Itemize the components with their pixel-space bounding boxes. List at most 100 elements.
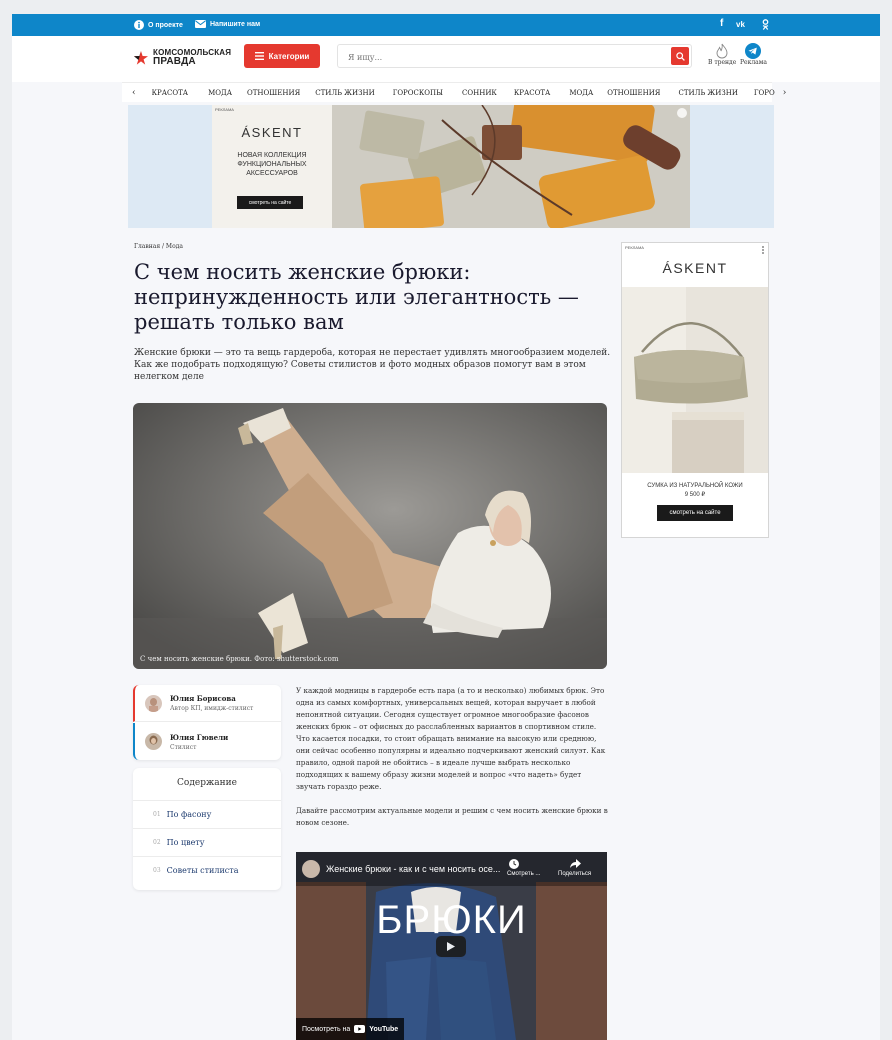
article-lead: Женские брюки — это та вещь гардероба, к… — [134, 348, 611, 382]
woman-in-trousers-photo — [133, 403, 607, 669]
share-label: Поделиться — [558, 871, 592, 877]
search-button[interactable] — [671, 47, 689, 65]
nav-prev-button[interactable]: ‹ — [132, 88, 136, 98]
nav-item-lifestyle-2[interactable]: СТИЛЬ ЖИЗНИ — [678, 89, 737, 97]
logo-line-2: ПРАВДА — [153, 56, 196, 67]
facebook-icon[interactable]: f — [720, 18, 723, 29]
authors-card: Юлия Борисова Автор КП, имидж-стилист Юл… — [133, 685, 281, 760]
search-icon — [675, 51, 685, 61]
side-ad[interactable]: РЕКЛАМА ÁSKENT СУМКА ИЗ НАТУРАЛЬНОЙ КОЖИ… — [621, 242, 769, 538]
clock-icon[interactable] — [509, 859, 519, 869]
nav-item-relations-2[interactable]: ОТНОШЕНИЯ — [607, 89, 660, 97]
nav-item-horoscopes-2[interactable]: ГОРО — [754, 89, 775, 97]
author-2[interactable]: Юлия Гювели Стилист — [133, 723, 281, 760]
author-name: Юлия Гювели — [170, 732, 229, 742]
breadcrumb[interactable]: Главная / Мода — [134, 243, 183, 250]
toc-item-tips[interactable]: 03 Советы стилиста — [133, 856, 281, 884]
channel-avatar[interactable] — [302, 860, 320, 878]
toc-label: По цвету — [166, 838, 205, 847]
write-us-label: Напишите нам — [210, 20, 261, 28]
nav-item-horoscopes[interactable]: ГОРОСКОПЫ — [393, 89, 443, 97]
toc-number: 03 — [153, 867, 161, 874]
watch-later-label: Смотреть ... — [507, 871, 541, 877]
toc-item-color[interactable]: 02 По цвету — [133, 828, 281, 856]
side-ad-cta-button[interactable]: смотреть на сайте — [657, 505, 733, 521]
toc-label: По фасону — [166, 810, 212, 819]
handbag-photo — [622, 287, 768, 473]
rubric-nav: ‹ КРАСОТА МОДА ОТНОШЕНИЯ СТИЛЬ ЖИЗНИ ГОР… — [122, 82, 786, 102]
article-body: У каждой модницы в гардеробе есть пара (… — [296, 685, 608, 829]
categories-button[interactable]: Категории — [244, 44, 320, 68]
top-ad-text-panel: РЕКЛАМА ÁSKENT НОВАЯ КОЛЛЕКЦИЯ ФУНКЦИОНА… — [212, 105, 332, 228]
author-role: Стилист — [170, 743, 197, 751]
youtube-video[interactable]: Женские брюки - как и с чем носить осе..… — [296, 852, 607, 1040]
write-us-link[interactable]: Напишите нам — [195, 20, 260, 28]
article-title: С чем носить женские брюки: непринужденн… — [134, 260, 579, 334]
author-name: Юлия Борисова — [170, 694, 236, 703]
mail-icon — [195, 20, 206, 28]
body-paragraph-2: Давайте рассмотрим актуальные модели и р… — [296, 806, 608, 827]
more-options-icon[interactable] — [762, 246, 764, 254]
play-icon — [447, 942, 455, 951]
top-ad-cta-button[interactable]: смотреть на сайте — [237, 196, 303, 209]
top-ad-line-3: АКСЕССУАРОВ — [246, 170, 298, 177]
side-ad-price: 9 500 ₽ — [684, 492, 706, 498]
author-role: Автор КП, имидж-стилист — [170, 705, 254, 712]
side-ad-brand: ÁSKENT — [662, 260, 728, 276]
body-paragraph-1: У каждой модницы в гардеробе есть пара (… — [296, 686, 606, 791]
avatar — [145, 733, 162, 750]
header: КОМСОМОЛЬСКАЯ ПРАВДА Категории В тренде … — [12, 36, 880, 82]
top-ad-brand: ÁSKENT — [241, 125, 303, 140]
top-bar: О проекте Напишите нам f vk — [12, 14, 880, 36]
nav-item-fashion-2[interactable]: МОДА — [569, 89, 593, 97]
logo[interactable]: КОМСОМОЛЬСКАЯ ПРАВДА — [134, 49, 231, 67]
top-ad-banner: РЕКЛАМА ÁSKENT НОВАЯ КОЛЛЕКЦИЯ ФУНКЦИОНА… — [128, 105, 774, 228]
play-button[interactable] — [436, 936, 466, 957]
nav-item-beauty[interactable]: КРАСОТА — [152, 89, 189, 97]
toc-number: 01 — [153, 811, 161, 818]
top-ad-line-1: НОВАЯ КОЛЛЕКЦИЯ — [237, 152, 307, 159]
share-icon[interactable] — [570, 859, 581, 868]
nav-item-relations[interactable]: ОТНОШЕНИЯ — [247, 89, 300, 97]
top-ad-line-2: ФУНКЦИОНАЛЬНЫХ — [237, 161, 307, 168]
search-input[interactable] — [338, 46, 658, 69]
categories-label: Категории — [268, 51, 310, 61]
toc-label: Советы стилиста — [166, 866, 239, 875]
info-icon — [134, 20, 144, 30]
search-box — [337, 44, 692, 69]
avatar — [145, 694, 162, 712]
author-1[interactable]: Юлия Борисова Автор КП, имидж-стилист — [133, 685, 281, 722]
logo-star-icon — [134, 51, 148, 65]
about-link[interactable]: О проекте — [134, 20, 183, 30]
toc-item-cut[interactable]: 01 По фасону — [133, 800, 281, 828]
hero-image: С чем носить женские брюки. Фото: shutte… — [133, 403, 607, 669]
flame-icon — [716, 43, 728, 59]
youtube-label: YouTube — [369, 1025, 399, 1033]
about-label: О проекте — [148, 21, 183, 29]
trending-link[interactable]: В тренде — [708, 43, 736, 66]
nav-item-dreambook[interactable]: СОННИК — [462, 89, 497, 97]
hero-caption: С чем носить женские брюки. Фото: shutte… — [140, 655, 339, 663]
ads-label: Реклама — [740, 59, 767, 66]
side-ad-product: СУМКА ИЗ НАТУРАЛЬНОЙ КОЖИ — [647, 483, 743, 489]
nav-item-lifestyle[interactable]: СТИЛЬ ЖИЗНИ — [315, 89, 374, 97]
page: О проекте Напишите нам f vk КОМСОМОЛЬСКА… — [12, 14, 880, 1040]
odnoklassniki-icon[interactable] — [762, 19, 769, 30]
top-ad[interactable]: РЕКЛАМА ÁSKENT НОВАЯ КОЛЛЕКЦИЯ ФУНКЦИОНА… — [212, 105, 690, 228]
nav-next-button[interactable]: › — [783, 88, 787, 98]
nav-item-beauty-2[interactable]: КРАСОТА — [514, 89, 551, 97]
toc-title: Содержание — [177, 778, 237, 788]
watch-on-youtube[interactable]: Посмотреть на YouTube — [296, 1018, 405, 1040]
telegram-icon — [745, 43, 762, 59]
table-of-contents: Содержание 01 По фасону 02 По цвету 03 С… — [133, 768, 281, 890]
trending-label: В тренде — [708, 59, 737, 66]
menu-icon — [254, 52, 264, 60]
ads-link[interactable]: Реклама — [740, 43, 767, 66]
youtube-icon — [354, 1025, 366, 1033]
nav-item-fashion[interactable]: МОДА — [208, 89, 232, 97]
vk-icon[interactable]: vk — [736, 20, 745, 29]
side-ad-label: РЕКЛАМА — [625, 245, 644, 250]
video-title[interactable]: Женские брюки - как и с чем носить осе..… — [326, 864, 500, 874]
toc-number: 02 — [153, 839, 161, 846]
top-ad-label: РЕКЛАМА — [215, 107, 234, 112]
